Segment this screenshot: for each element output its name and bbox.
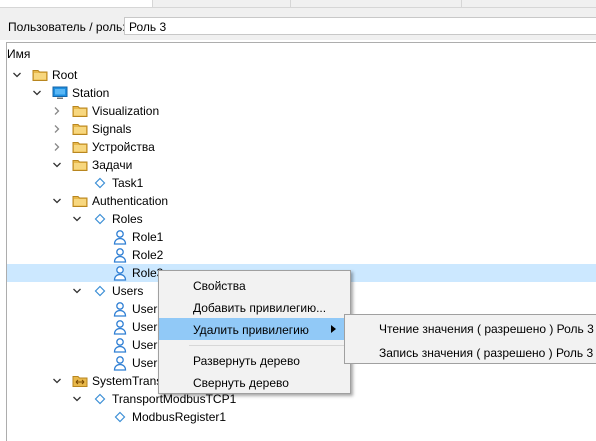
- column-header-name[interactable]: Имя: [7, 47, 30, 61]
- submenu-item-label: Запись значения ( разрешено ) Роль 3: [379, 346, 594, 360]
- menu-item-label: Свойства: [193, 279, 246, 293]
- folder-icon: [72, 103, 88, 119]
- user-icon: [112, 301, 128, 317]
- tree-row-label: Root: [52, 68, 78, 82]
- diamond-icon: [92, 283, 108, 299]
- user-icon: [112, 319, 128, 335]
- tab-3[interactable]: [291, 0, 462, 7]
- tree-row-label: ModbusRegister1: [132, 410, 227, 424]
- tree-row-label: Station: [72, 86, 110, 100]
- tree-row[interactable]: Roles: [7, 210, 596, 228]
- tree-row[interactable]: Authentication: [7, 192, 596, 210]
- tree-row-label: User: [132, 356, 158, 370]
- tree-row[interactable]: Role1: [7, 228, 596, 246]
- role-field[interactable]: Роль 3: [124, 17, 596, 35]
- tree-row[interactable]: Задачи: [7, 156, 596, 174]
- tree-row-label: User: [132, 320, 158, 334]
- tree-row-label: User: [132, 338, 158, 352]
- chevron-right-icon[interactable]: [52, 106, 62, 116]
- folder-icon: [72, 193, 88, 209]
- folder-icon: [72, 157, 88, 173]
- tree-row-label: Устройства: [92, 140, 155, 154]
- user-icon: [112, 355, 128, 371]
- monitor-icon: [52, 85, 68, 101]
- tree-row-label: Задачи: [92, 158, 133, 172]
- chevron-right-icon[interactable]: [52, 124, 62, 134]
- chevron-down-icon[interactable]: [72, 394, 82, 404]
- submenu-arrow-icon: [331, 325, 336, 333]
- user-icon: [112, 265, 128, 281]
- chevron-down-icon[interactable]: [52, 196, 62, 206]
- tree-row-label: Task1: [112, 176, 144, 190]
- menu-item-label: Добавить привилегию...: [193, 301, 327, 315]
- tab-strip: [0, 0, 596, 8]
- user-icon: [112, 337, 128, 353]
- submenu-item-label: Чтение значения ( разрешено ) Роль 3: [379, 322, 594, 336]
- chevron-down-icon[interactable]: [52, 160, 62, 170]
- tree-row-label: Roles: [112, 212, 143, 226]
- folder-icon: [72, 121, 88, 137]
- tree-row-label: Role2: [132, 248, 164, 262]
- folder-icon: [72, 139, 88, 155]
- folder-icon: [32, 67, 48, 83]
- tree-row[interactable]: Station: [7, 84, 596, 102]
- tree-row[interactable]: ModbusRegister1: [7, 408, 596, 426]
- chevron-down-icon[interactable]: [12, 70, 22, 80]
- submenu-item-write-privilege[interactable]: Запись значения ( разрешено ) Роль 3: [345, 341, 596, 363]
- context-menu: Свойства Добавить привилегию... Удалить …: [158, 270, 351, 394]
- diamond-icon: [92, 175, 108, 191]
- user-role-bar: Пользователь / роль: Роль 3: [0, 8, 596, 40]
- submenu-item-read-privilege[interactable]: Чтение значения ( разрешено ) Роль 3: [345, 317, 596, 339]
- chevron-down-icon[interactable]: [72, 286, 82, 296]
- tree-row[interactable]: Устройства: [7, 138, 596, 156]
- menu-item-remove-privilege[interactable]: Удалить привилегию: [159, 318, 350, 340]
- menu-item-expand-tree[interactable]: Развернуть дерево: [159, 349, 350, 371]
- tree-row-label: User: [132, 302, 158, 316]
- menu-separator: [189, 345, 347, 346]
- tree-row-label: Authentication: [92, 194, 169, 208]
- user-icon: [112, 247, 128, 263]
- transport-icon: [72, 373, 88, 389]
- diamond-icon: [92, 211, 108, 227]
- diamond-icon: [112, 409, 128, 425]
- diamond-icon: [92, 391, 108, 407]
- tree-row-label: TransportModbusTCP1: [112, 392, 237, 406]
- tree-row[interactable]: Visualization: [7, 102, 596, 120]
- menu-item-label: Удалить привилегию: [193, 323, 309, 337]
- menu-item-properties[interactable]: Свойства: [159, 274, 350, 296]
- tree-row-label: Role1: [132, 230, 164, 244]
- context-submenu: Чтение значения ( разрешено ) Роль 3 Зап…: [344, 314, 596, 364]
- tree-row-label: Visualization: [92, 104, 160, 118]
- chevron-down-icon[interactable]: [72, 214, 82, 224]
- tree-row[interactable]: Signals: [7, 120, 596, 138]
- tree-row[interactable]: Role2: [7, 246, 596, 264]
- chevron-down-icon[interactable]: [52, 376, 62, 386]
- tree-row-label: Users: [112, 284, 144, 298]
- menu-item-collapse-tree[interactable]: Свернуть дерево: [159, 371, 350, 393]
- tree-row[interactable]: Task1: [7, 174, 596, 192]
- chevron-down-icon[interactable]: [32, 88, 42, 98]
- tree-row-label: SystemTrans: [92, 374, 163, 388]
- tree-row-label: Signals: [92, 122, 132, 136]
- tab-2[interactable]: [153, 0, 291, 7]
- menu-item-label: Свернуть дерево: [193, 376, 289, 390]
- tab-1[interactable]: [0, 0, 153, 7]
- chevron-right-icon[interactable]: [52, 142, 62, 152]
- user-role-label: Пользователь / роль:: [8, 20, 126, 34]
- menu-item-label: Развернуть дерево: [193, 354, 300, 368]
- menu-item-add-privilege[interactable]: Добавить привилегию...: [159, 296, 350, 318]
- tree-row[interactable]: Root: [7, 66, 596, 84]
- user-icon: [112, 229, 128, 245]
